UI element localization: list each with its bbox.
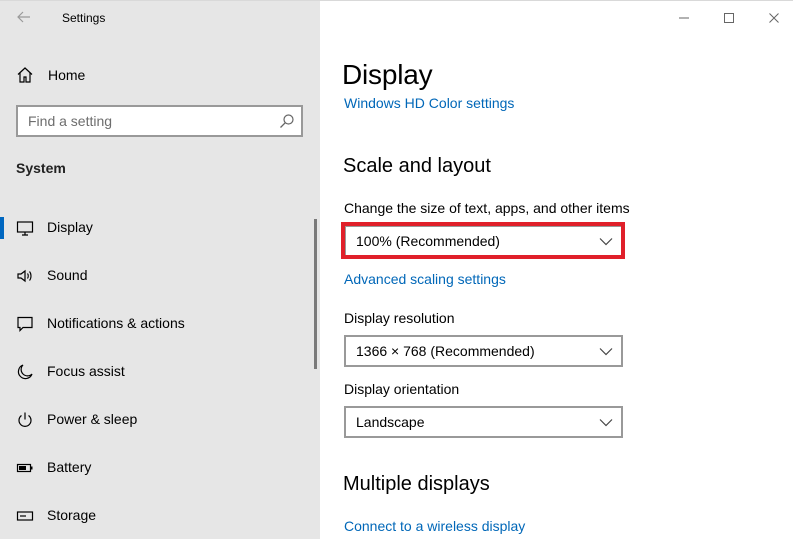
hd-color-settings-link[interactable]: Windows HD Color settings <box>344 95 514 111</box>
section-title: System <box>16 160 66 176</box>
power-icon <box>18 412 32 427</box>
back-arrow-icon <box>17 11 30 23</box>
orientation-dropdown-value: Landscape <box>356 414 425 430</box>
monitor-icon <box>16 221 34 236</box>
sidebar-item-label: Power & sleep <box>47 411 138 427</box>
battery-icon <box>16 463 33 473</box>
home-nav-item[interactable]: Home <box>16 63 85 87</box>
back-button[interactable] <box>12 5 36 29</box>
home-icon <box>17 67 33 83</box>
orientation-label: Display orientation <box>344 381 460 397</box>
minimize-icon <box>679 17 689 19</box>
wireless-display-link[interactable]: Connect to a wireless display <box>344 518 525 534</box>
maximize-button[interactable] <box>711 7 747 29</box>
message-icon <box>17 316 33 332</box>
sidebar-item-focus-assist[interactable]: Focus assist <box>0 347 316 395</box>
home-label: Home <box>48 67 86 83</box>
sidebar-item-display[interactable]: Display <box>0 203 316 251</box>
chevron-down-icon <box>599 419 613 427</box>
settings-window: Settings Home System Display Sound Notif… <box>0 0 793 539</box>
search-icon[interactable] <box>279 113 295 129</box>
sidebar-item-power-sleep[interactable]: Power & sleep <box>0 395 316 443</box>
scale-layout-heading: Scale and layout <box>343 155 491 177</box>
orientation-dropdown[interactable]: Landscape <box>344 406 623 438</box>
speaker-icon <box>17 269 32 283</box>
sidebar-item-notifications[interactable]: Notifications & actions <box>0 299 316 347</box>
multiple-displays-heading: Multiple displays <box>343 473 490 495</box>
resolution-label: Display resolution <box>344 310 455 326</box>
close-icon <box>769 13 779 23</box>
sidebar-item-label: Display <box>47 219 93 235</box>
sidebar-item-label: Notifications & actions <box>47 315 185 331</box>
storage-icon <box>16 511 34 521</box>
close-button[interactable] <box>756 7 792 29</box>
minimize-button[interactable] <box>666 7 702 29</box>
sidebar-item-storage[interactable]: Storage <box>0 491 316 539</box>
sidebar-item-label: Sound <box>47 267 88 283</box>
resolution-dropdown-value: 1366 × 768 (Recommended) <box>356 343 535 359</box>
sidebar-item-battery[interactable]: Battery <box>0 443 316 491</box>
sidebar-scrollbar[interactable] <box>314 219 317 369</box>
advanced-scaling-link[interactable]: Advanced scaling settings <box>344 271 506 287</box>
chevron-down-icon <box>599 348 613 356</box>
sidebar-item-label: Storage <box>47 507 97 523</box>
sidebar-item-sound[interactable]: Sound <box>0 251 316 299</box>
maximize-icon <box>724 13 734 23</box>
search-input[interactable] <box>18 107 268 135</box>
sidebar-item-label: Battery <box>47 459 92 475</box>
sidebar: Settings Home System Display Sound Notif… <box>0 1 320 539</box>
highlight-box <box>341 222 625 259</box>
page-title: Display <box>342 59 433 90</box>
sidebar-item-label: Focus assist <box>47 363 125 379</box>
search-box[interactable] <box>16 105 303 137</box>
resolution-dropdown[interactable]: 1366 × 768 (Recommended) <box>344 335 623 367</box>
app-title: Settings <box>62 11 106 25</box>
moon-icon <box>17 364 33 380</box>
scale-label: Change the size of text, apps, and other… <box>344 200 630 216</box>
